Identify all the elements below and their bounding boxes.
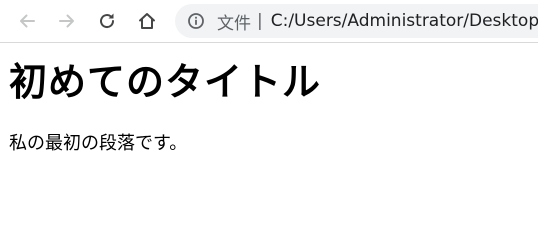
scheme-label: 文件 [217, 13, 251, 34]
page-heading: 初めてのタイトル [9, 60, 322, 104]
home-icon [139, 13, 155, 29]
forward-button[interactable] [52, 6, 82, 36]
page-paragraph: 私の最初の段落です。 [9, 133, 188, 154]
reload-button[interactable] [92, 6, 122, 36]
address-separator: | [257, 11, 263, 31]
home-button[interactable] [132, 6, 162, 36]
back-arrow-icon [20, 14, 35, 28]
page-content: 初めてのタイトル 私の最初の段落です。 [0, 59, 538, 156]
browser-toolbar: 文件 | C:/Users/Administrator/Desktop [0, 0, 538, 43]
forward-arrow-icon [59, 14, 74, 28]
address-bar[interactable]: 文件 | C:/Users/Administrator/Desktop [175, 4, 538, 38]
back-button[interactable] [12, 6, 42, 36]
info-icon[interactable] [187, 12, 205, 30]
reload-icon [100, 13, 115, 29]
url-text[interactable]: C:/Users/Administrator/Desktop [271, 11, 538, 31]
